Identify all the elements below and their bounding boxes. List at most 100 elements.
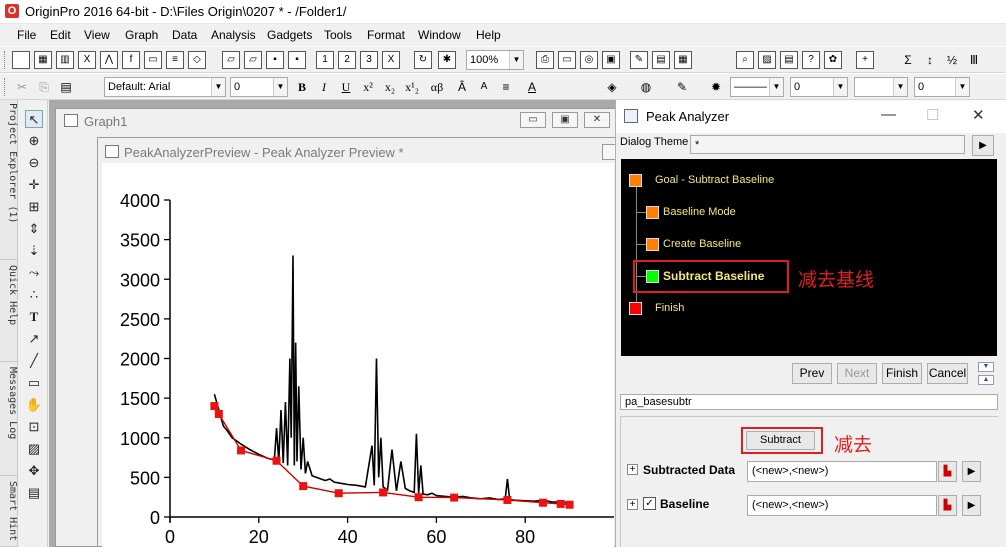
bold-button[interactable]: B	[292, 78, 312, 96]
cut-icon[interactable]: ✂	[12, 78, 32, 96]
save-icon[interactable]: ▪	[266, 51, 284, 69]
superscript-button[interactable]: x²	[358, 78, 378, 96]
collapse-up-icon[interactable]: ▲	[978, 375, 994, 385]
region-tool-icon[interactable]: ⊡	[25, 418, 43, 436]
paste-icon[interactable]: ▤	[56, 78, 76, 96]
brightness-icon[interactable]: ✹	[706, 78, 726, 96]
menu-format[interactable]: Format	[367, 28, 405, 42]
new-graph-icon[interactable]: ⋀	[100, 51, 118, 69]
subtracted-data-menu-button[interactable]: ▶	[962, 461, 981, 482]
plot-area[interactable]: 0 500 1000 1500 2000 2500 3000 3500 4000 0 20 40 60 8…	[102, 163, 614, 547]
decrease-font-button[interactable]: A	[474, 78, 494, 96]
regional-mask-icon[interactable]: ⤳	[25, 264, 43, 282]
code-builder-icon[interactable]: ✎	[630, 51, 648, 69]
pointer-icon[interactable]: ↖	[25, 110, 43, 128]
text-tool-icon[interactable]: T	[25, 308, 43, 326]
menu-graph[interactable]: Graph	[125, 28, 158, 42]
import-excel-icon[interactable]: X	[382, 51, 400, 69]
theme-menu-button[interactable]: ▶	[972, 135, 994, 156]
rectangle-tool-icon[interactable]: ▭	[25, 374, 43, 392]
dialog-theme-combo[interactable]: *	[690, 135, 965, 154]
step-goal-label[interactable]: Goal - Subtract Baseline	[655, 174, 774, 186]
step-node-subtract-baseline[interactable]	[646, 270, 659, 283]
step-node-baseline-mode[interactable]	[646, 206, 659, 219]
new-workbook-icon[interactable]: ▦	[34, 51, 52, 69]
batch-icon[interactable]: ✱	[438, 51, 456, 69]
increase-font-button[interactable]: Â	[452, 78, 472, 96]
line-tool-icon[interactable]: ╱	[25, 352, 43, 370]
step-node-finish[interactable]	[629, 302, 642, 315]
line-style-combo[interactable]: ——— ▼	[730, 77, 784, 97]
minimize-icon[interactable]: —	[881, 106, 896, 123]
new-notes-icon[interactable]: ≡	[166, 51, 184, 69]
print-icon[interactable]: ⎙	[536, 51, 554, 69]
recalculate-icon[interactable]: ↻	[414, 51, 432, 69]
italic-button[interactable]: I	[314, 78, 334, 96]
line-color-icon[interactable]: ✎	[672, 78, 692, 96]
open-template-icon[interactable]: ▱	[244, 51, 262, 69]
new-excel-icon[interactable]: X	[78, 51, 96, 69]
new-project-icon[interactable]	[12, 51, 30, 69]
command-window-icon[interactable]: ▦	[674, 51, 692, 69]
add-app-icon[interactable]: +	[856, 51, 874, 69]
mask-icon[interactable]: ⇣	[25, 242, 43, 260]
prev-button[interactable]: Prev	[792, 363, 832, 384]
save-template-icon[interactable]: ▪	[288, 51, 306, 69]
border-combo[interactable]: ▼	[854, 77, 908, 97]
copy-icon[interactable]: ⎘	[34, 78, 54, 96]
underline-button[interactable]: U	[336, 78, 356, 96]
baseline-menu-button[interactable]: ▶	[962, 495, 981, 516]
help-icon[interactable]: ?	[802, 51, 820, 69]
menu-gadgets[interactable]: Gadgets	[267, 28, 312, 42]
new-layout-icon[interactable]: ▭	[144, 51, 162, 69]
baseline-picker-button[interactable]: ▙	[938, 495, 957, 516]
step-finish-label[interactable]: Finish	[655, 302, 684, 314]
open-icon[interactable]: ▱	[222, 51, 240, 69]
step-node-goal[interactable]	[629, 174, 642, 187]
step-subtract-baseline-label[interactable]: Subtract Baseline	[663, 269, 764, 283]
script-window-icon[interactable]: ▤	[780, 51, 798, 69]
font-color-button[interactable]: A	[522, 78, 542, 96]
subtracted-data-picker-button[interactable]: ▙	[938, 461, 957, 482]
minimize-button[interactable]	[602, 144, 616, 160]
sum-icon[interactable]: Σ	[898, 51, 918, 69]
screen-reader-icon[interactable]: ✛	[25, 176, 43, 194]
toolbar-grip[interactable]	[4, 78, 7, 96]
pattern-icon[interactable]: ◍	[636, 78, 656, 96]
menu-view[interactable]: View	[84, 28, 110, 42]
zoom-in-icon[interactable]: ⊕	[25, 132, 43, 150]
menu-window[interactable]: Window	[418, 28, 461, 42]
expand-icon[interactable]: +	[627, 464, 638, 475]
menu-analysis[interactable]: Analysis	[211, 28, 256, 42]
greek-button[interactable]: αβ	[424, 78, 450, 96]
tab-smart-hint[interactable]: Smart Hint	[0, 478, 18, 547]
subtract-button[interactable]: Subtract	[746, 431, 815, 450]
maximize-icon[interactable]: ☐	[926, 106, 939, 124]
menu-edit[interactable]: Edit	[50, 28, 71, 42]
fill-color-icon[interactable]: ◈	[602, 78, 622, 96]
next-button[interactable]: Next	[837, 363, 877, 384]
tab-messages-log[interactable]: Messages Log	[0, 364, 18, 476]
step-baseline-mode-label[interactable]: Baseline Mode	[663, 206, 736, 218]
data-selector-icon[interactable]: ⇕	[25, 220, 43, 238]
cancel-button[interactable]: Cancel	[927, 363, 968, 384]
data-info-icon[interactable]: ▨	[758, 51, 776, 69]
text-align-button[interactable]: ≡	[496, 78, 516, 96]
finish-button[interactable]: Finish	[882, 363, 922, 384]
toolbar-grip[interactable]	[4, 51, 7, 69]
menu-help[interactable]: Help	[476, 28, 501, 42]
new-function-icon[interactable]: f	[122, 51, 140, 69]
menu-file[interactable]: File	[17, 28, 36, 42]
layer-tool-icon[interactable]: ▤	[25, 484, 43, 502]
import-single-icon[interactable]: 1	[316, 51, 334, 69]
import-ascii-icon[interactable]: 3	[360, 51, 378, 69]
supersubscript-button[interactable]: x¹₂	[402, 78, 422, 96]
menu-tools[interactable]: Tools	[324, 28, 352, 42]
line-width-combo[interactable]: 0 ▼	[790, 77, 848, 97]
theme-name-field[interactable]: pa_basesubtr	[620, 394, 998, 410]
duplicate-icon[interactable]: ▣	[602, 51, 620, 69]
arrow-tool-icon[interactable]: ↗	[25, 330, 43, 348]
import-multiple-icon[interactable]: 2	[338, 51, 356, 69]
results-log-icon[interactable]: ▤	[652, 51, 670, 69]
menu-data[interactable]: Data	[172, 28, 197, 42]
